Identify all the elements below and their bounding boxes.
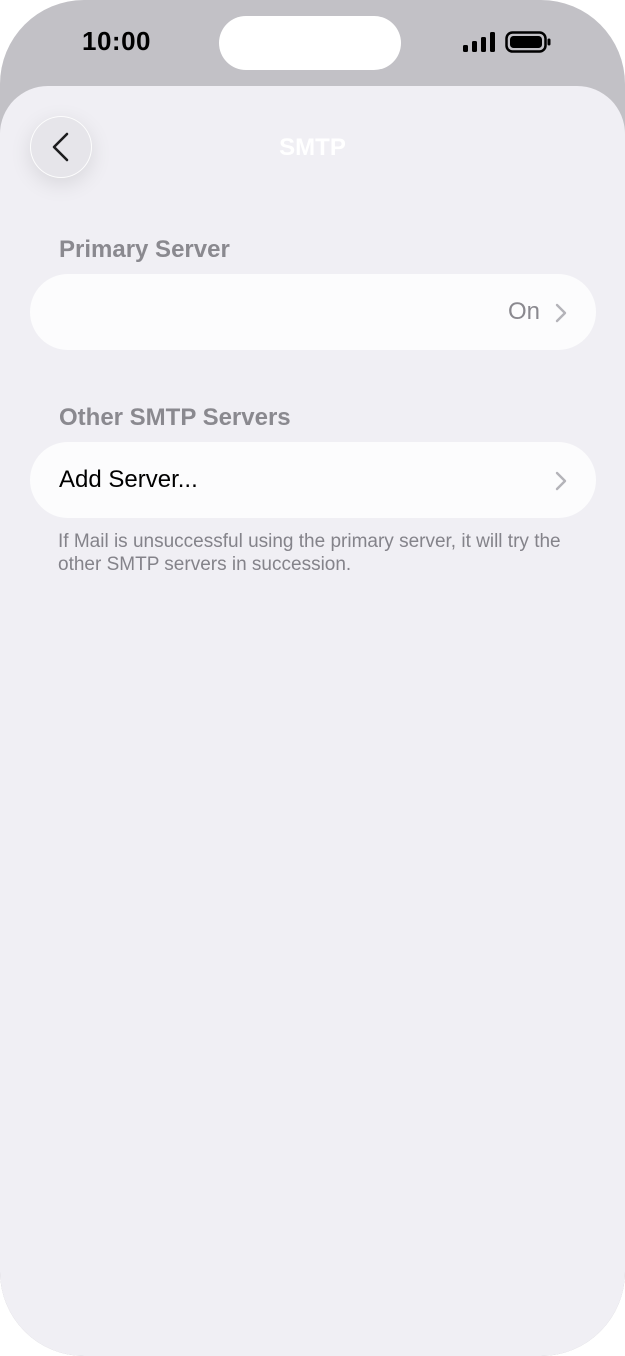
add-server-row[interactable]: Add Server...: [30, 442, 596, 518]
dynamic-island: [219, 16, 401, 70]
chevron-right-icon: [555, 471, 567, 491]
status-time: 10:00: [82, 26, 151, 56]
battery-full-icon: [505, 31, 551, 53]
add-server-label: Add Server...: [59, 466, 198, 493]
page-title: SMTP: [279, 134, 346, 161]
primary-server-row[interactable]: On: [30, 274, 596, 350]
primary-server-header: Primary Server: [59, 236, 230, 263]
status-bar: 10:00: [0, 0, 625, 86]
other-servers-header: Other SMTP Servers: [59, 404, 291, 431]
device-frame: 10:00 SMTP Primary Server On Other SMTP …: [0, 0, 625, 1356]
other-servers-footer: If Mail is unsuccessful using the primar…: [58, 531, 561, 575]
cellular-signal-icon: [463, 32, 495, 52]
primary-server-status: On: [507, 298, 540, 325]
smtp-settings-screen: SMTP Primary Server On Other SMTP Server…: [0, 86, 625, 1356]
chevron-right-icon: [555, 303, 567, 323]
